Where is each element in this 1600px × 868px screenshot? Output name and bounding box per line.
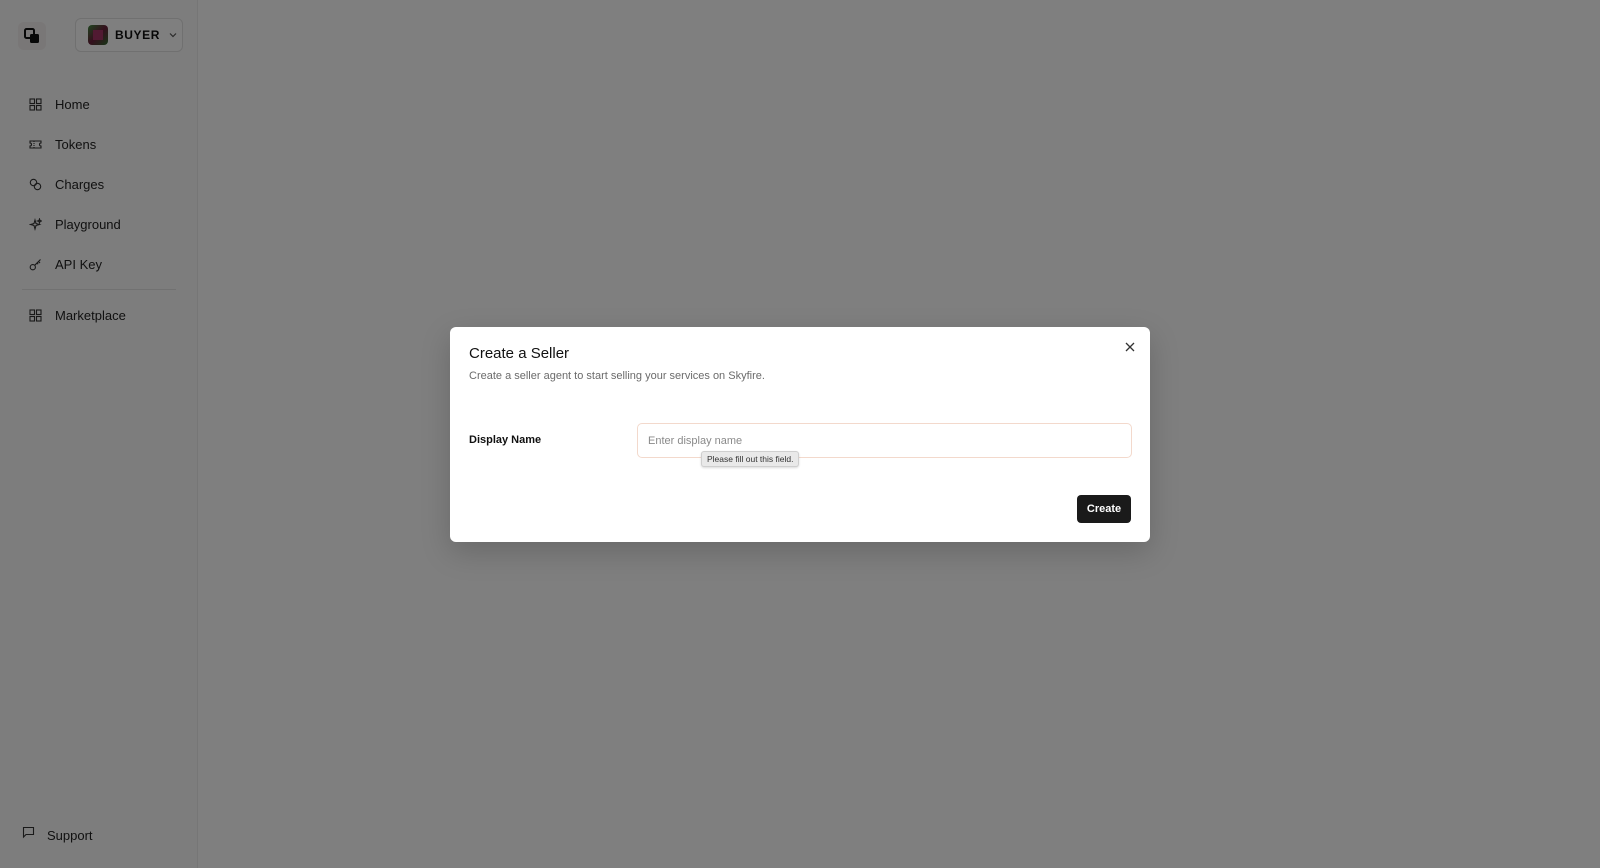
app-root: BUYER Home <box>0 0 1600 868</box>
create-seller-dialog: Create a Seller Create a seller agent to… <box>450 327 1150 542</box>
close-icon[interactable] <box>1122 339 1138 355</box>
validation-tooltip: Please fill out this field. <box>701 451 800 467</box>
dialog-description: Create a seller agent to start selling y… <box>469 370 765 382</box>
display-name-label: Display Name <box>469 434 542 446</box>
dialog-title: Create a Seller <box>469 345 570 362</box>
create-button[interactable]: Create <box>1077 495 1131 523</box>
